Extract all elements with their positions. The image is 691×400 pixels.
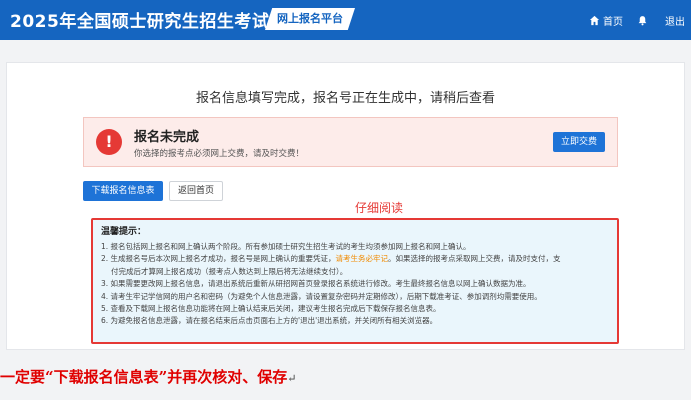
caption-text: 一定要“下载报名信息表”并再次核对、保存 (0, 368, 288, 386)
nav-home-label: 首页 (603, 16, 623, 28)
tip-line: 付完成后才算网上报名成功（报考点人数达到上限后将无法继续支付）。 (111, 266, 348, 276)
top-header: 2025年全国硕士研究生招生考试 网上报名平台 首页 退出 (0, 0, 691, 40)
nav-logout-label: 退出 (665, 16, 685, 28)
nav-home[interactable]: 首页 (589, 13, 623, 28)
tips-box: 温馨提示： 1. 报名包括网上报名和网上确认两个阶段。所有参加硕士研究生招生考试… (91, 218, 619, 344)
tip-text: 。如果选择的报考点采取网上交费，请及时支付，支 (388, 254, 561, 264)
nav-notifications[interactable] (637, 15, 651, 26)
tip-highlight: 请考生务必牢记 (335, 254, 389, 264)
read-carefully-note: 仔细阅读 (355, 201, 404, 215)
tip-line: 5. 查看及下载网上报名信息功能将在网上确认结束后关闭，建议考生报名完成后下载保… (101, 304, 441, 314)
nav-logout[interactable]: 退出 (665, 13, 685, 28)
tip-line: 3. 如果需要更改网上报名信息，请退出系统后重新从研招网首页登录报名系统进行修改… (101, 279, 531, 289)
site-title: 2025年全国硕士研究生招生考试 (10, 12, 270, 32)
home-icon (589, 15, 600, 25)
platform-tag: 网上报名平台 (265, 8, 355, 30)
back-home-button[interactable]: 返回首页 (169, 181, 223, 201)
alert-text: 你选择的报考点必须网上交费，请及时交费！ (134, 149, 305, 159)
tip-line: 6. 为避免报名信息泄露，请在报名结束后点击页面右上方的'退出'退出系统，并关闭… (101, 316, 438, 326)
bottom-caption: 一定要“下载报名信息表”并再次核对、保存↵ (0, 366, 296, 387)
top-nav: 首页 退出 (575, 0, 685, 40)
download-form-button[interactable]: 下载报名信息表 (83, 181, 163, 201)
alert-title: 报名未完成 (134, 130, 200, 145)
page-headline: 报名信息填写完成，报名号正在生成中，请稍后查看 (195, 91, 495, 106)
exclamation-icon: ! (96, 129, 122, 155)
tip-line: 4. 请考生牢记学信网的用户名和密码（为避免个人信息泄露，请设置复杂密码并定期修… (101, 291, 542, 301)
bell-icon (638, 15, 647, 25)
tip-line: 1. 报名包括网上报名和网上确认两个阶段。所有参加硕士研究生招生考试的考生均须参… (101, 242, 471, 251)
alert-box: ! 报名未完成 你选择的报考点必须网上交费，请及时交费！ 立即交费 (83, 117, 618, 167)
return-mark: ↵ (287, 372, 297, 385)
tips-title: 温馨提示： (101, 227, 147, 237)
tip-text: 2. 生成报名号后本次网上报名才成功，报名号是网上确认的重要凭证， (101, 254, 336, 264)
content-card: 报名信息填写完成，报名号正在生成中，请稍后查看 ! 报名未完成 你选择的报考点必… (6, 62, 685, 350)
tip-line: 2. 生成报名号后本次网上报名才成功，报名号是网上确认的重要凭证，请考生务必牢记… (101, 253, 609, 265)
pay-now-button[interactable]: 立即交费 (553, 132, 605, 152)
